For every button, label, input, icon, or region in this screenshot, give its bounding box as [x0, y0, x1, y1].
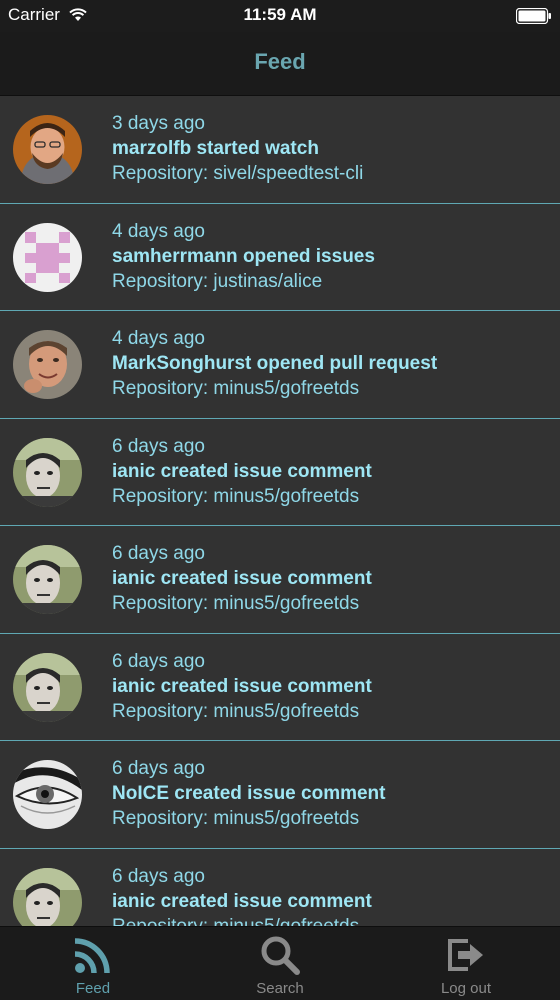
status-bar: Carrier 11:59 AM — [0, 0, 560, 32]
event-time: 6 days ago — [112, 865, 205, 887]
event-time: 3 days ago — [112, 113, 205, 134]
event-time: 6 days ago — [112, 650, 205, 672]
search-icon — [261, 936, 300, 975]
event-repository: Repository: sivel/speedtest-cli — [112, 163, 364, 184]
feed-item[interactable]: 4 days ago MarkSonghurst opened pull req… — [0, 311, 560, 419]
event-repository: Repository: minus5/gofreetds — [112, 593, 360, 614]
event-repository: Repository: justinas/alice — [112, 270, 323, 292]
event-repository: Repository: minus5/gofreetds — [112, 378, 360, 399]
event-time: 4 days ago — [112, 220, 205, 242]
avatar — [13, 652, 82, 722]
event-repository: Repository: minus5/gofreetds — [112, 485, 360, 507]
avatar — [13, 437, 82, 507]
feed-list[interactable]: 3 days ago marzolfb started watch Reposi… — [0, 96, 560, 926]
avatar — [13, 222, 82, 292]
event-title: ianic created issue comment — [112, 460, 372, 482]
event-repository: Repository: minus5/gofreetds — [112, 808, 360, 829]
tab-logout-label: Log out — [440, 980, 492, 997]
tab-feed[interactable]: Feed — [0, 927, 186, 1000]
feed-item[interactable]: 6 days ago ianic created issue comment R… — [0, 634, 560, 742]
event-title: MarkSonghurst opened pull request — [112, 353, 438, 374]
status-time: 11:59 AM — [243, 5, 317, 24]
event-repository: Repository: minus5/gofreetds — [112, 700, 360, 722]
avatar — [13, 760, 82, 829]
tab-bar: Feed Search Log out — [0, 926, 560, 1000]
user-photo-icon — [13, 437, 82, 507]
event-title: marzolfb started watch — [112, 138, 319, 159]
user-photo-icon — [13, 545, 82, 614]
feed-item[interactable]: 6 days ago ianic created issue comment R… — [0, 849, 560, 927]
event-title: ianic created issue comment — [112, 890, 372, 912]
tab-search[interactable]: Search — [187, 927, 373, 1000]
feed-item[interactable]: 4 days ago samherrmann opened issues Rep… — [0, 204, 560, 312]
event-title: ianic created issue comment — [112, 568, 372, 589]
feed-item[interactable]: 6 days ago NoICE created issue comment R… — [0, 741, 560, 849]
event-time: 6 days ago — [112, 435, 205, 457]
event-time: 6 days ago — [112, 758, 205, 779]
tab-search-label: Search — [256, 980, 304, 997]
tab-logout[interactable]: Log out — [373, 927, 559, 1000]
user-photo-icon — [13, 867, 82, 926]
tab-feed-label: Feed — [75, 980, 111, 997]
avatar — [13, 330, 82, 399]
event-time: 4 days ago — [112, 328, 205, 349]
logout-icon — [448, 939, 483, 971]
eye-photo-icon — [13, 760, 82, 829]
battery-icon — [516, 8, 551, 24]
user-photo-icon — [13, 652, 82, 722]
rss-feed-icon — [74, 938, 110, 974]
feed-item[interactable]: 6 days ago ianic created issue comment R… — [0, 419, 560, 527]
user-photo-icon — [13, 330, 82, 399]
avatar — [13, 867, 82, 926]
event-title: samherrmann opened issues — [112, 245, 375, 267]
event-time: 6 days ago — [112, 543, 205, 564]
identicon-icon — [13, 222, 82, 292]
feed-item[interactable]: 6 days ago ianic created issue comment R… — [0, 526, 560, 634]
avatar — [13, 545, 82, 614]
event-title: ianic created issue comment — [112, 675, 372, 697]
user-photo-icon — [13, 115, 82, 184]
avatar — [13, 115, 82, 184]
event-repository: Repository: minus5/gofreetds — [112, 915, 360, 927]
navigation-bar: Feed — [0, 32, 560, 96]
feed-item[interactable]: 3 days ago marzolfb started watch Reposi… — [0, 96, 560, 204]
page-title: Feed — [254, 49, 306, 74]
event-title: NoICE created issue comment — [112, 783, 386, 804]
